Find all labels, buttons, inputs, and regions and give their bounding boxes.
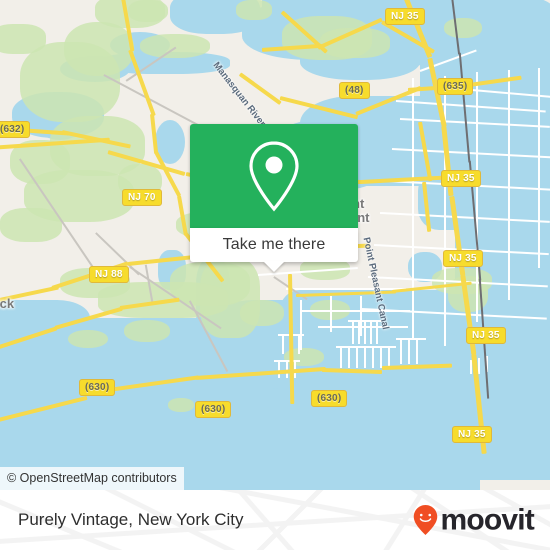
moovit-wordmark: moovit [440,503,534,536]
callout-tail [263,261,285,272]
footer-bar: Purely Vintage, New York City moovit [0,490,550,550]
location-pin-icon [249,141,299,212]
moovit-place-card-screenshot: NJ 35 (48) (635) (632) NJ 35 NJ 70 NJ 35 NJ 88 N… [0,0,550,550]
take-me-there-button[interactable]: Take me there [190,228,358,272]
moovit-pin-smile-icon [414,505,438,535]
card-icon-area [190,124,358,228]
place-title: Purely Vintage, New York City [18,510,244,529]
place-callout-card[interactable]: Take me there [190,124,358,272]
osm-attribution: © OpenStreetMap contributors [0,467,184,490]
moovit-logo[interactable]: moovit [413,503,535,536]
waterway-label: Manasquan River [210,60,268,129]
waterway-label: Point Pleasant Canal [360,236,391,331]
place-label: ick [0,296,15,311]
take-me-there-label: Take me there [222,236,326,253]
